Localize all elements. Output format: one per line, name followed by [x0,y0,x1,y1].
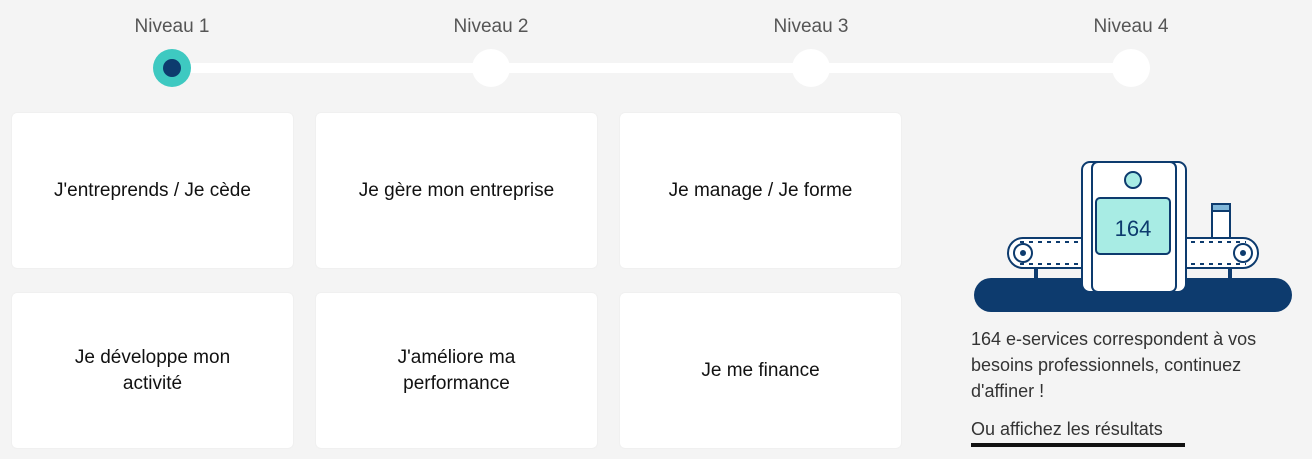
stepper-track [172,63,1130,73]
card-label: Je manage / Je forme [668,179,853,201]
step-label: Niveau 3 [773,16,849,37]
card-ameliorer-performance[interactable]: J'améliore ma performance [316,293,597,448]
card-label: J'entreprends / Je cède [54,179,251,201]
card-label: J'améliore ma performance [397,346,516,394]
card-gerer-entreprise[interactable]: Je gère mon entreprise [316,113,597,268]
show-results-link[interactable]: Ou affichez les résultats [971,417,1185,447]
level-stepper: Niveau 1 Niveau 2 Niveau 3 Niveau 4 [0,0,1312,100]
step-label: Niveau 2 [453,16,529,37]
step-label: Niveau 1 [134,16,210,37]
step-dot[interactable] [1112,49,1150,87]
step-dot-active[interactable] [153,49,191,87]
step-level-1[interactable]: Niveau 1 [92,0,252,87]
step-label: Niveau 4 [1093,16,1169,37]
card-label: Je gère mon entreprise [358,179,555,201]
card-developper-activite[interactable]: Je développe mon activité [12,293,293,448]
counter-value: 164 [1115,216,1152,241]
card-label: Je développe mon activité [74,346,231,394]
card-label: Je me finance [701,359,820,381]
card-entreprendre[interactable]: J'entreprends / Je cède [12,113,293,268]
step-level-2[interactable]: Niveau 2 [411,0,571,87]
card-financer[interactable]: Je me finance [620,293,901,448]
step-dot[interactable] [792,49,830,87]
step-dot[interactable] [472,49,510,87]
counting-machine-illustration: 164 [974,161,1292,312]
step-level-3[interactable]: Niveau 3 [731,0,891,87]
step-level-4[interactable]: Niveau 4 [1051,0,1211,87]
card-manager-former[interactable]: Je manage / Je forme [620,113,901,268]
results-message: 164 e-services correspondent à vos besoi… [971,329,1257,401]
